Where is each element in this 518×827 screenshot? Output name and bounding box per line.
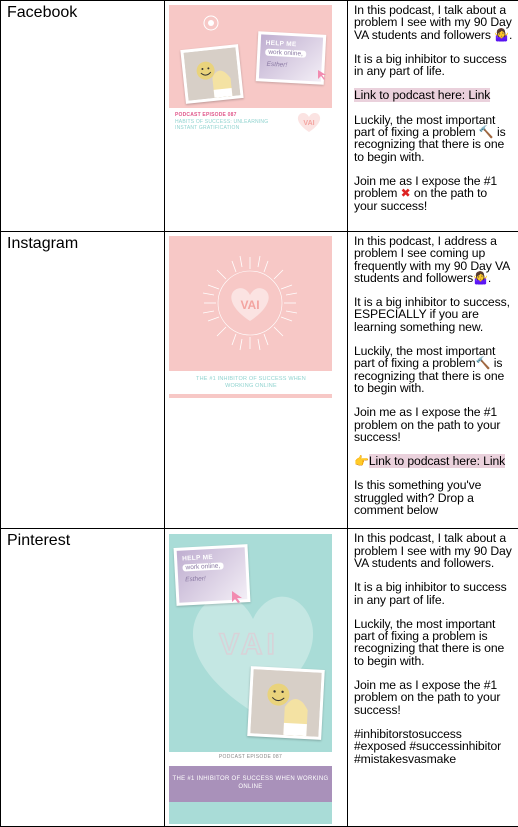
pointing-hand-icon: 👉 [354,455,369,467]
photo-woman-smiley-balloon [247,666,325,740]
svg-text:VAI: VAI [240,298,259,312]
pink-bottom-bar [169,394,332,398]
hashtag-line: #exposed #successinhibitor [354,740,513,752]
podcast-link-text[interactable]: Link to podcast here: Link [354,88,490,102]
cursor-icon [231,590,243,604]
copy-cell: In this podcast, I talk about a problem … [348,529,518,827]
podcast-link-text[interactable]: Link to podcast here: Link [369,454,505,468]
facebook-podcast-graphic: HELP ME work online, Esther! PODCAST EPI… [169,5,332,133]
post-copy: In this podcast, I talk about a problem … [348,529,518,764]
content-plan-table: Facebook HELP ME work online, Esther! PO… [0,0,518,827]
table-row-pinterest: Pinterest HELP ME work online, Esther! V… [1,529,518,827]
post-copy: In this podcast, I address a problem I s… [348,232,518,516]
platform-cell: Instagram [1,232,165,529]
graphic-cell: VAI THE #1 INHIBITOR OF SUCCESS WHEN WOR… [165,232,348,529]
platform-label: Facebook [1,1,164,25]
platform-label: Instagram [1,232,164,256]
circle-logo-icon [203,15,219,31]
episode-title: HABITS OF SUCCESS: UNLEARNING INSTANT GR… [175,119,285,131]
instagram-podcast-graphic: VAI THE #1 INHIBITOR OF SUCCESS WHEN WOR… [169,236,332,399]
svg-text:VAI: VAI [303,120,314,127]
hammer-icon: 🔨 [476,357,491,369]
graphic-cell: HELP ME work online, Esther! VAI PODCAST… [165,529,348,827]
platform-cell: Facebook [1,1,165,232]
table-row-facebook: Facebook HELP ME work online, Esther! PO… [1,1,518,232]
table-row-instagram: Instagram [1,232,518,529]
copy-cell: In this podcast, I address a problem I s… [348,232,518,529]
episode-label: PODCAST EPISODE 087 [175,112,237,118]
graphic-cell: HELP ME work online, Esther! PODCAST EPI… [165,1,348,232]
pinterest-podcast-graphic: HELP ME work online, Esther! VAI PODCAST… [169,534,332,824]
platform-cell: Pinterest [1,529,165,827]
vai-wordmark: VAI [199,626,299,660]
vai-heart-logo: VAI [295,111,323,133]
photo-woman-smiley-balloon [180,44,243,104]
red-x-icon: ✖ [401,187,411,199]
episode-caption: THE #1 INHIBITOR OF SUCCESS WHEN WORKING… [183,376,319,390]
cursor-icon [317,69,327,81]
person-shrugging-icon: 🤷‍♀️ [473,272,488,284]
episode-title: THE #1 INHIBITOR OF SUCCESS WHEN WORKING… [169,775,332,791]
episode-label: PODCAST EPISODE 087 [169,754,332,760]
post-copy: In this podcast, I talk about a problem … [348,1,518,212]
person-shrugging-icon: 🤷‍♀️ [494,29,509,41]
svg-text:VAI: VAI [219,628,279,660]
hashtag-line: #mistakesvasmake [354,753,513,765]
hammer-icon: 🔨 [479,126,494,138]
sunburst-heart-logo: VAI [200,253,300,353]
help-me-card: HELP ME work online, Esther! [256,31,327,84]
platform-label: Pinterest [1,529,164,553]
copy-cell: In this podcast, I talk about a problem … [348,1,518,232]
